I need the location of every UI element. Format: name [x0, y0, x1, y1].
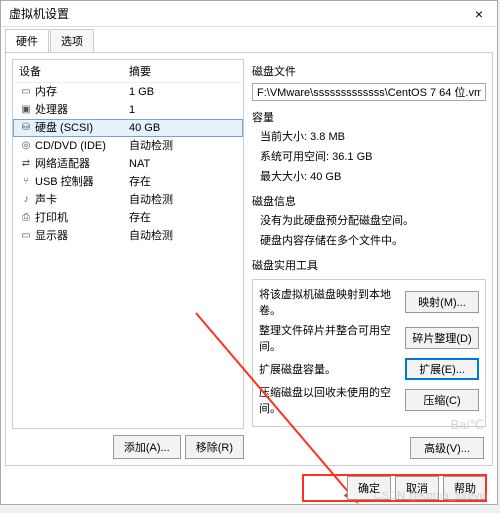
- device-row[interactable]: ◎CD/DVD (IDE)自动检测: [13, 137, 243, 155]
- device-icon: ⑂: [19, 174, 33, 190]
- device-row[interactable]: ⛁硬盘 (SCSI)40 GB: [13, 119, 243, 137]
- tab-content: 设备 摘要 ▭内存1 GB▣处理器1⛁硬盘 (SCSI)40 GB◎CD/DVD…: [5, 52, 493, 466]
- device-list-buttons: 添加(A)... 移除(R): [12, 435, 244, 459]
- disk-utilities-label: 磁盘实用工具: [252, 257, 486, 273]
- util-map-label: 将该虚拟机磁盘映射到本地卷。: [259, 286, 401, 318]
- device-summary: 自动检测: [129, 228, 237, 244]
- device-summary: 存在: [129, 210, 237, 226]
- dialog-button-row: 确定 取消 帮助 CSDN @Korna_forever: [1, 470, 497, 506]
- col-header-device: 设备: [19, 63, 129, 79]
- device-list: 设备 摘要 ▭内存1 GB▣处理器1⛁硬盘 (SCSI)40 GB◎CD/DVD…: [12, 59, 244, 429]
- capacity-label: 容量: [252, 109, 486, 125]
- device-name: 显示器: [35, 228, 129, 244]
- ok-button[interactable]: 确定: [347, 476, 391, 500]
- device-row[interactable]: ⑂USB 控制器存在: [13, 173, 243, 191]
- device-summary: 自动检测: [129, 138, 237, 154]
- device-name: USB 控制器: [35, 174, 129, 190]
- device-summary: 40 GB: [129, 120, 237, 136]
- map-button[interactable]: 映射(M)...: [405, 291, 479, 313]
- device-icon: ⎙: [19, 210, 33, 226]
- advanced-row: 高级(V)...: [252, 437, 486, 459]
- device-summary: 1 GB: [129, 84, 237, 100]
- device-row[interactable]: ▣处理器1: [13, 101, 243, 119]
- device-row[interactable]: ⇄网络适配器NAT: [13, 155, 243, 173]
- tab-hardware[interactable]: 硬件: [5, 29, 49, 52]
- max-size: 最大大小: 40 GB: [252, 169, 486, 185]
- device-summary: 存在: [129, 174, 237, 190]
- disk-info-1: 没有为此硬盘预分配磁盘空间。: [252, 213, 486, 229]
- device-icon: ▭: [19, 228, 33, 244]
- current-size: 当前大小: 3.8 MB: [252, 129, 486, 145]
- free-space: 系统可用空间: 36.1 GB: [252, 149, 486, 165]
- util-defrag-label: 整理文件碎片并整合可用空间。: [259, 322, 401, 354]
- columns: 设备 摘要 ▭内存1 GB▣处理器1⛁硬盘 (SCSI)40 GB◎CD/DVD…: [12, 59, 486, 459]
- device-name: 硬盘 (SCSI): [35, 120, 129, 136]
- close-icon[interactable]: ×: [469, 6, 489, 22]
- device-name: 网络适配器: [35, 156, 129, 172]
- cancel-button[interactable]: 取消: [395, 476, 439, 500]
- tab-options[interactable]: 选项: [50, 29, 94, 52]
- device-icon: ◎: [19, 138, 33, 154]
- add-button[interactable]: 添加(A)...: [113, 435, 181, 459]
- titlebar: 虚拟机设置 ×: [1, 1, 497, 27]
- disk-utilities-frame: 将该虚拟机磁盘映射到本地卷。 映射(M)... 整理文件碎片并整合可用空间。 碎…: [252, 279, 486, 427]
- device-row[interactable]: ▭显示器自动检测: [13, 227, 243, 245]
- disk-info-2: 硬盘内容存储在多个文件中。: [252, 233, 486, 249]
- hardware-left-panel: 设备 摘要 ▭内存1 GB▣处理器1⛁硬盘 (SCSI)40 GB◎CD/DVD…: [12, 59, 244, 459]
- device-summary: 1: [129, 102, 237, 118]
- device-summary: NAT: [129, 156, 237, 172]
- col-header-summary: 摘要: [129, 63, 237, 79]
- device-name: 内存: [35, 84, 129, 100]
- expand-button[interactable]: 扩展(E)...: [405, 358, 479, 380]
- compact-button[interactable]: 压缩(C): [405, 389, 479, 411]
- device-icon: ▭: [19, 84, 33, 100]
- device-list-header: 设备 摘要: [13, 60, 243, 83]
- device-row[interactable]: ♪声卡自动检测: [13, 191, 243, 209]
- disk-file-field[interactable]: [252, 83, 486, 101]
- device-list-body[interactable]: ▭内存1 GB▣处理器1⛁硬盘 (SCSI)40 GB◎CD/DVD (IDE)…: [13, 83, 243, 428]
- util-expand-label: 扩展磁盘容量。: [259, 361, 401, 377]
- advanced-button[interactable]: 高级(V)...: [410, 437, 484, 459]
- device-icon: ⛁: [19, 120, 33, 136]
- device-icon: ⇄: [19, 156, 33, 172]
- vm-settings-dialog: 虚拟机设置 × 硬件 选项 设备 摘要 ▭内存1 GB▣处理器1⛁硬盘 (SCS…: [0, 0, 498, 505]
- device-name: CD/DVD (IDE): [35, 138, 129, 154]
- help-button[interactable]: 帮助: [443, 476, 487, 500]
- disk-info-label: 磁盘信息: [252, 193, 486, 209]
- disk-file-label: 磁盘文件: [252, 63, 486, 79]
- device-name: 处理器: [35, 102, 129, 118]
- device-summary: 自动检测: [129, 192, 237, 208]
- remove-button[interactable]: 移除(R): [185, 435, 244, 459]
- tab-strip: 硬件 选项: [1, 27, 497, 52]
- device-icon: ▣: [19, 102, 33, 118]
- window-title: 虚拟机设置: [9, 5, 69, 22]
- defrag-button[interactable]: 碎片整理(D): [405, 327, 479, 349]
- device-name: 打印机: [35, 210, 129, 226]
- hardware-right-panel: 磁盘文件 容量 当前大小: 3.8 MB 系统可用空间: 36.1 GB 最大大…: [252, 59, 486, 459]
- device-icon: ♪: [19, 192, 33, 208]
- device-name: 声卡: [35, 192, 129, 208]
- device-row[interactable]: ⎙打印机存在: [13, 209, 243, 227]
- device-row[interactable]: ▭内存1 GB: [13, 83, 243, 101]
- util-compact-label: 压缩磁盘以回收未使用的空间。: [259, 384, 401, 416]
